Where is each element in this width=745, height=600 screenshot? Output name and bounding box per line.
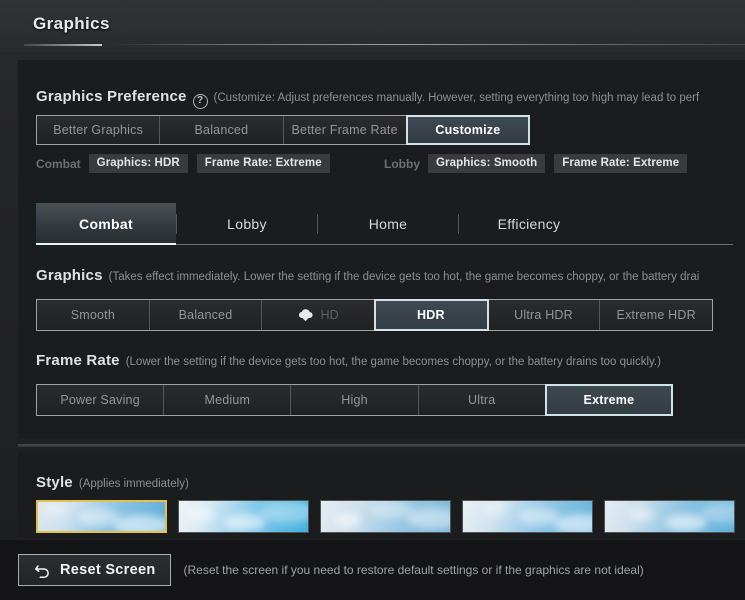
reset-screen-button[interactable]: Reset Screen — [18, 554, 171, 586]
preference-option-label: Better Frame Rate — [291, 123, 398, 137]
graphics-preference-header: Graphics Preference ? (Customize: Adjust… — [36, 88, 736, 109]
framerate-option-label: High — [341, 393, 368, 407]
framerate-option-label: Extreme — [583, 393, 635, 407]
page-title: Graphics — [33, 14, 110, 33]
lobby-graphics-badge: Graphics: Smooth — [428, 154, 546, 173]
graphics-option-label: Extreme HDR — [616, 308, 696, 322]
header-divider-line — [110, 44, 745, 45]
preference-option-label: Balanced — [194, 123, 249, 137]
framerate-option-label: Power Saving — [60, 393, 140, 407]
cloud-wisp — [188, 508, 214, 521]
tab-label: Lobby — [227, 215, 267, 232]
framerate-option-ultra[interactable]: Ultra — [418, 385, 546, 415]
graphics-settings-screen: Graphics Graphics Preference ? (Customiz… — [0, 0, 745, 600]
frame-rate-options[interactable]: Power Saving Medium High Ultra Extreme — [36, 384, 674, 416]
help-circle-icon[interactable]: ? — [192, 94, 208, 109]
lobby-preference-badges: Lobby Graphics: Smooth Frame Rate: Extre… — [384, 154, 696, 173]
graphics-description: (Takes effect immediately. Lower the set… — [108, 271, 700, 283]
cloud-wisp — [554, 514, 592, 532]
framerate-option-label: Ultra — [468, 393, 496, 407]
cloud-download-icon — [299, 309, 314, 321]
tab-combat[interactable]: Combat — [36, 203, 176, 245]
cloud-wisp — [407, 508, 450, 529]
cloud-wisp — [114, 515, 165, 531]
graphics-option-label: Balanced — [178, 308, 233, 322]
category-tab-bar[interactable]: Combat Lobby Home Efficiency — [36, 203, 733, 245]
graphics-preference-description: (Customize: Adjust preferences manually.… — [213, 92, 700, 104]
style-thumb-2[interactable] — [178, 500, 309, 533]
settings-panel: Graphics Preference ? (Customize: Adjust… — [18, 60, 745, 438]
style-thumb-5[interactable] — [604, 500, 735, 533]
graphics-section-header: Graphics (Takes effect immediately. Lowe… — [36, 267, 745, 284]
combat-badge-group-label: Combat — [36, 156, 81, 171]
section-divider — [18, 444, 745, 447]
tab-efficiency[interactable]: Efficiency — [459, 203, 599, 244]
lobby-badge-group-label: Lobby — [384, 156, 420, 171]
graphics-label: Graphics — [36, 267, 103, 284]
combat-preference-badges: Combat Graphics: HDR Frame Rate: Extreme — [36, 154, 339, 173]
graphics-preference-label: Graphics Preference — [36, 88, 187, 105]
preference-option-label: Customize — [435, 123, 501, 137]
reset-bar: Reset Screen (Reset the screen if you ne… — [0, 540, 745, 600]
undo-arrow-icon — [35, 564, 49, 578]
style-panel: Style (Applies immediately) — [18, 452, 745, 537]
graphics-option-hdr[interactable]: HDR — [374, 299, 489, 331]
cloud-wisp — [42, 503, 68, 516]
graphics-quality-options[interactable]: Smooth Balanced HD HDR Ultra HDR Extreme HDR — [36, 299, 713, 331]
cloud-wisp — [665, 514, 707, 531]
cloud-wisp — [629, 508, 655, 521]
framerate-option-extreme[interactable]: Extreme — [544, 384, 674, 416]
graphics-option-label: HD — [320, 308, 339, 322]
preference-option-balanced[interactable]: Balanced — [160, 116, 284, 144]
cloud-wisp — [224, 514, 266, 531]
frame-rate-label: Frame Rate — [36, 352, 120, 369]
style-thumb-4[interactable] — [462, 500, 593, 533]
preference-option-label: Better Graphics — [53, 123, 144, 137]
lobby-framerate-badge: Frame Rate: Extreme — [554, 154, 688, 173]
style-thumb-1[interactable] — [36, 500, 167, 533]
graphics-option-balanced[interactable]: Balanced — [149, 300, 263, 330]
framerate-option-medium[interactable]: Medium — [164, 385, 292, 415]
tab-lobby[interactable]: Lobby — [177, 203, 317, 244]
tab-home[interactable]: Home — [318, 203, 458, 244]
graphics-option-label: Ultra HDR — [514, 308, 573, 322]
combat-graphics-badge: Graphics: HDR — [88, 154, 188, 173]
top-header-bar: Graphics — [0, 0, 745, 52]
preference-option-better-frame-rate[interactable]: Better Frame Rate — [283, 116, 407, 144]
graphics-option-ultra-hdr[interactable]: Ultra HDR — [487, 300, 601, 330]
framerate-option-power-saving[interactable]: Power Saving — [37, 385, 165, 415]
framerate-option-high[interactable]: High — [291, 385, 419, 415]
reset-screen-label: Reset Screen — [60, 562, 156, 578]
graphics-option-smooth[interactable]: Smooth — [37, 300, 150, 330]
graphics-option-hd[interactable]: HD — [262, 300, 376, 330]
preference-option-customize[interactable]: Customize — [405, 115, 531, 145]
preference-option-better-graphics[interactable]: Better Graphics — [37, 116, 161, 144]
combat-framerate-badge: Frame Rate: Extreme — [196, 154, 330, 173]
style-section-header: Style (Applies immediately) — [36, 474, 189, 491]
style-thumb-3[interactable] — [320, 500, 451, 533]
frame-rate-description: (Lower the setting if the device gets to… — [125, 356, 661, 368]
cloud-wisp — [482, 502, 508, 515]
style-label: Style — [36, 474, 73, 491]
framerate-option-label: Medium — [204, 393, 251, 407]
tab-label: Home — [368, 215, 408, 232]
style-thumbnail-row[interactable] — [36, 500, 735, 533]
graphics-option-extreme-hdr[interactable]: Extreme HDR — [600, 300, 713, 330]
graphics-preference-options[interactable]: Better Graphics Balanced Better Frame Rate… — [36, 115, 531, 145]
graphics-option-label: Smooth — [70, 308, 115, 322]
frame-rate-section-header: Frame Rate (Lower the setting if the dev… — [36, 352, 745, 369]
graphics-option-label: HDR — [417, 308, 445, 322]
style-description: (Applies immediately) — [78, 478, 189, 490]
cloud-wisp — [260, 502, 308, 523]
tab-label: Efficiency — [497, 215, 561, 232]
reset-screen-description: (Reset the screen if you need to restore… — [183, 563, 644, 577]
tab-label: Combat — [79, 215, 133, 232]
title-underline — [24, 44, 102, 46]
cloud-wisp — [335, 514, 361, 527]
